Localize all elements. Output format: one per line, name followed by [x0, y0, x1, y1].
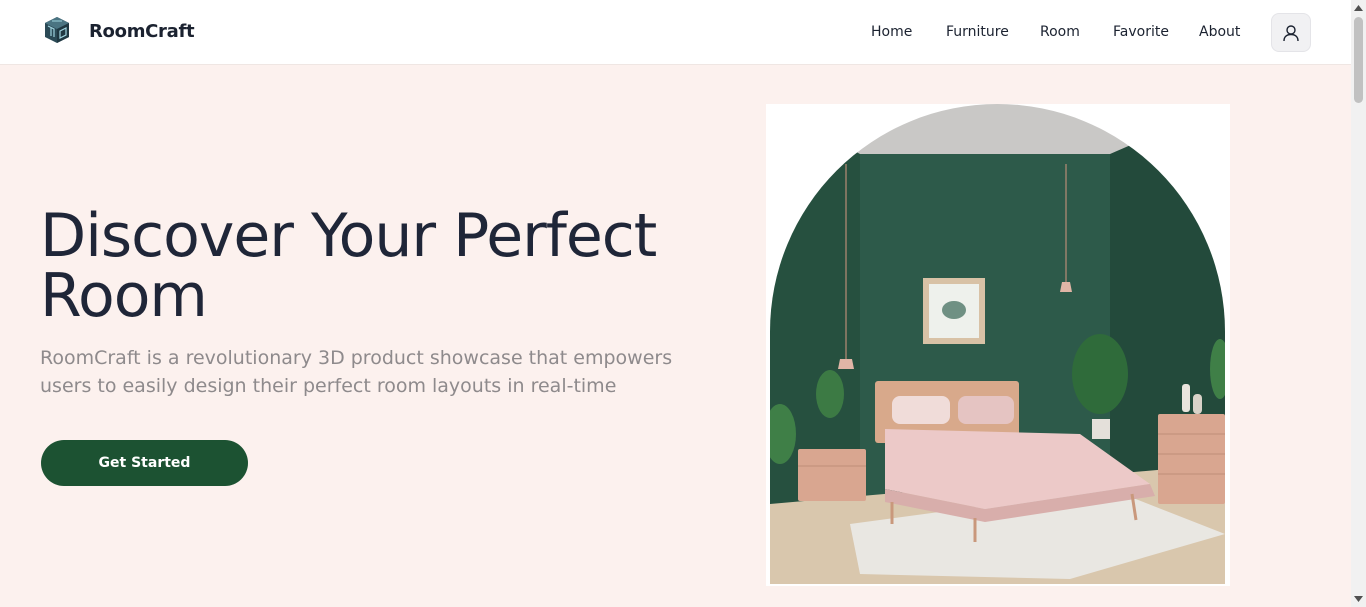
hero-title: Discover Your Perfect Room	[40, 201, 657, 331]
nav-furniture[interactable]: Furniture	[946, 24, 1009, 40]
nav-favorite[interactable]: Favorite	[1113, 24, 1169, 40]
user-account-button[interactable]	[1271, 13, 1311, 52]
nav-home[interactable]: Home	[871, 24, 912, 40]
navbar: RoomCraft Home Furniture Room Favorite A…	[0, 0, 1351, 65]
nav-room[interactable]: Room	[1040, 24, 1080, 40]
hero-subtitle: RoomCraft is a revolutionary 3D product …	[40, 347, 673, 397]
scroll-up-icon[interactable]	[1354, 3, 1363, 12]
brand-name[interactable]: RoomCraft	[89, 21, 195, 42]
scroll-down-icon[interactable]	[1354, 594, 1363, 603]
scrollbar-thumb[interactable]	[1354, 17, 1363, 103]
get-started-button[interactable]: Get Started	[41, 440, 248, 486]
user-icon	[1283, 24, 1299, 41]
nav-about[interactable]: About	[1199, 24, 1240, 40]
bedroom-illustration	[770, 104, 1225, 584]
cube-logo-icon[interactable]	[42, 15, 72, 45]
hero-image-frame	[766, 104, 1230, 586]
page-scrollbar[interactable]	[1351, 0, 1366, 607]
